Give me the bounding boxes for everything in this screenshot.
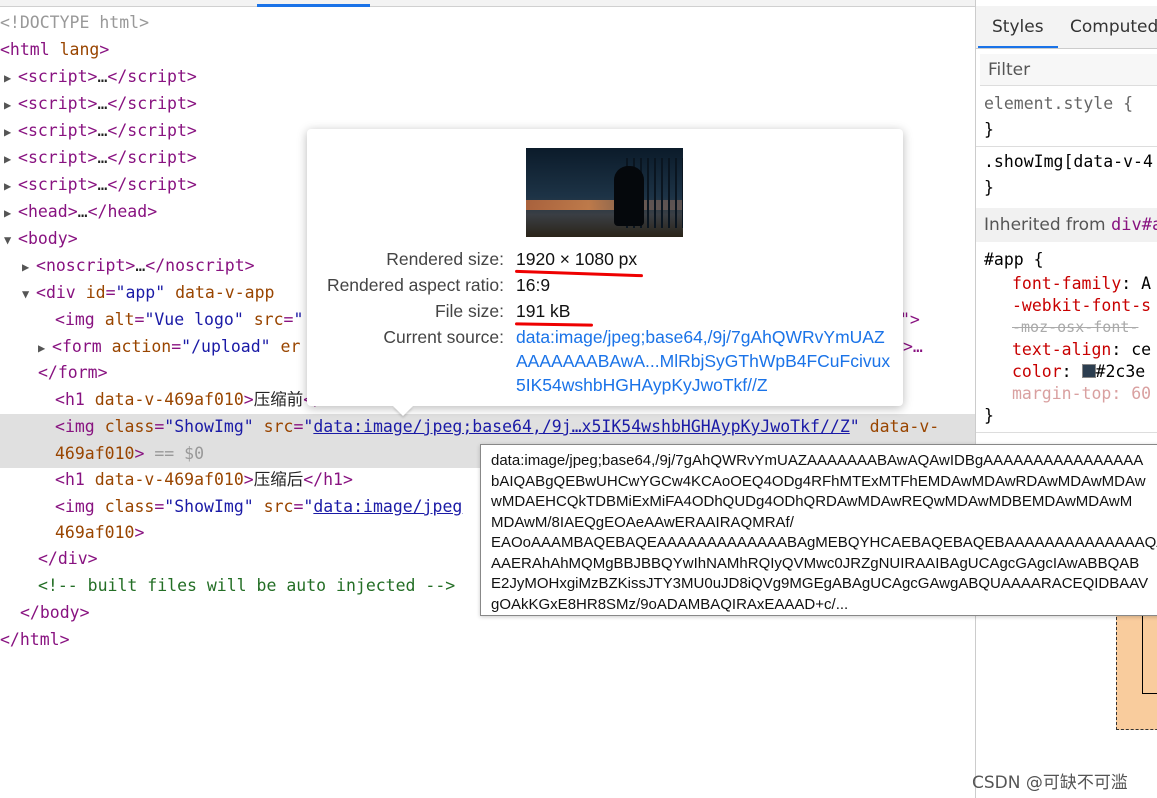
tooltip-line: EAOoAAAMBAQEBAQEAAAAAAAAAAAAABAgMEBQYHCA… [491, 534, 1157, 551]
rendered-size-label: Rendered size: [386, 249, 504, 269]
expand-triangle-icon[interactable]: ▶ [4, 92, 18, 118]
form-node[interactable]: ▶ <form action="/upload" er [38, 334, 300, 360]
doctype-text: <!DOCTYPE html> [0, 13, 150, 32]
app-close: } [984, 406, 994, 425]
expand-triangle-icon[interactable]: ▶ [38, 335, 52, 361]
prop-margin-top[interactable]: margin-top: 60 [1012, 384, 1151, 403]
divider [976, 432, 1157, 433]
app-selector[interactable]: #app { [984, 250, 1044, 269]
script-node-1[interactable]: ▶ <script>…</script> [4, 64, 197, 90]
tooltip-line: E2JyMOHxgiMzBZKissJTY3MU0uJD8iQVg9MGEgAB… [491, 575, 1149, 592]
html-node[interactable]: <html lang> [0, 37, 109, 63]
script-node-2[interactable]: ▶ <script>…</script> [4, 91, 197, 117]
div-close-node[interactable]: </div> [38, 546, 98, 572]
image-preview-popover: Rendered size: 1920 × 1080 px Rendered a… [307, 129, 903, 406]
expand-triangle-icon[interactable]: ▶ [4, 200, 18, 226]
noscript-node[interactable]: ▶ <noscript>…</noscript> [22, 253, 255, 279]
img-logo-node[interactable]: <img alt="Vue logo" src=" [55, 307, 303, 333]
tooltip-line: data:image/jpeg;base64,/9j/7gAhQWRvYmUAZ… [491, 452, 1144, 469]
showimg-close: } [984, 178, 994, 197]
img-src-link[interactable]: data:image/jpeg [313, 497, 462, 516]
html-bracket: > [99, 40, 110, 59]
watermark: CSDN @可缺不可滥 [972, 773, 1128, 793]
aspect-ratio-value: 16:9 [516, 275, 551, 295]
styles-tabbar: Styles Computed [976, 6, 1157, 49]
tooltip-line: MDAwM/8IAEQgEOAeAAwERAAIRAQMRAf/ [491, 513, 794, 531]
inherited-element-link[interactable]: div#a [1111, 215, 1157, 235]
element-style-rule[interactable]: element.style { [984, 94, 1133, 113]
element-style-close: } [984, 120, 994, 139]
script-node-4[interactable]: ▶ <script>…</script> [4, 145, 197, 171]
prop-moz-osx-font[interactable]: -moz-osx-font- [1012, 318, 1138, 336]
html-open-tag: <html [0, 40, 50, 59]
src-tooltip: data:image/jpeg;base64,/9j/7gAhQWRvYmUAZ… [480, 444, 1157, 616]
h1-after-node[interactable]: <h1 data-v-469af010>压缩后</h1> [55, 467, 353, 493]
tooltip-line: bAIQABgQEBwUHCwYGCw4KCAoOEQ4ODg4RFhMTExM… [491, 472, 1146, 490]
expand-triangle-icon[interactable]: ▶ [4, 119, 18, 145]
form-trail: >… [903, 337, 923, 356]
current-source-link[interactable]: data:image/jpeg;base64,/9j/7gAhQWRvYmUAZ… [516, 325, 896, 397]
div-app-node[interactable]: ▼ <div id="app" data-v-app [22, 280, 274, 306]
rendered-size-value: 1920 × 1080 px [516, 249, 638, 269]
aspect-ratio-label: Rendered aspect ratio: [326, 275, 504, 295]
expand-triangle-icon[interactable]: ▶ [4, 146, 18, 172]
tab-computed[interactable]: Computed [1056, 6, 1157, 48]
inherited-from-header: Inherited from div#a [976, 208, 1157, 242]
img-after-cont: 469af010> [55, 523, 145, 542]
tooltip-line: AAERAhAhMQMgBBJBBQYwIhNAMhRQIyQVMwc0JRZg… [491, 554, 1140, 572]
divider [976, 146, 1157, 147]
body-node[interactable]: ▼ <body> [4, 226, 78, 252]
html-close-node[interactable]: </html> [0, 627, 70, 653]
script-node-5[interactable]: ▶ <script>…</script> [4, 172, 197, 198]
comment-node[interactable]: <!-- built files will be auto injected -… [38, 573, 455, 599]
box-model-margin [1116, 612, 1157, 730]
expand-triangle-icon[interactable]: ▶ [4, 173, 18, 199]
prop-font-family[interactable]: font-family: A [1012, 274, 1151, 293]
img-after-node[interactable]: <img class="ShowImg" src="data:image/jpe… [55, 494, 462, 520]
collapse-triangle-icon[interactable]: ▼ [22, 281, 36, 307]
head-node[interactable]: ▶ <head>…</head> [4, 199, 157, 225]
body-close-node[interactable]: </body> [20, 600, 90, 626]
active-tab-indicator [257, 4, 370, 7]
form-close-node[interactable]: </form> [38, 360, 108, 386]
color-swatch[interactable] [1081, 364, 1096, 378]
html-lang-attr: lang [49, 40, 100, 59]
tooltip-line: gOAkKGxE8HR8SMz/9oADAMBAQIRAxEAAAD+c/... [491, 595, 849, 613]
prop-text-align[interactable]: text-align: ce [1012, 340, 1151, 359]
prop-color[interactable]: color: #2c3e [1012, 362, 1145, 381]
file-size-value: 191 kB [516, 301, 571, 321]
box-model-border [1142, 613, 1157, 694]
expand-triangle-icon[interactable]: ▶ [22, 254, 36, 280]
filter-input[interactable]: Filter [980, 54, 1157, 86]
current-source-label: Current source: [383, 327, 504, 347]
tooltip-line: wMDAEHCQkTDBMiExMiFA4ODhQUDg4ODhQRDAwMDA… [491, 493, 1133, 510]
prop-webkit-font[interactable]: -webkit-font-s [1012, 296, 1151, 315]
panel-tabbar [0, 0, 975, 7]
doctype-node[interactable]: <!DOCTYPE html> [0, 10, 149, 36]
tab-styles[interactable]: Styles [978, 6, 1058, 48]
styles-panel: Styles Computed Filter element.style { }… [975, 0, 1157, 798]
script-node-3[interactable]: ▶ <script>…</script> [4, 118, 197, 144]
file-size-label: File size: [434, 301, 504, 321]
image-thumbnail [526, 148, 683, 237]
showimg-selector[interactable]: .showImg[data-v-4 [984, 152, 1153, 171]
expand-triangle-icon[interactable]: ▶ [4, 65, 18, 91]
collapse-triangle-icon[interactable]: ▼ [4, 227, 18, 253]
img-src-link[interactable]: data:image/jpeg;base64,/9j…x5IK54wshbHGH… [313, 417, 849, 436]
selected-marker: == $0 [154, 444, 205, 463]
